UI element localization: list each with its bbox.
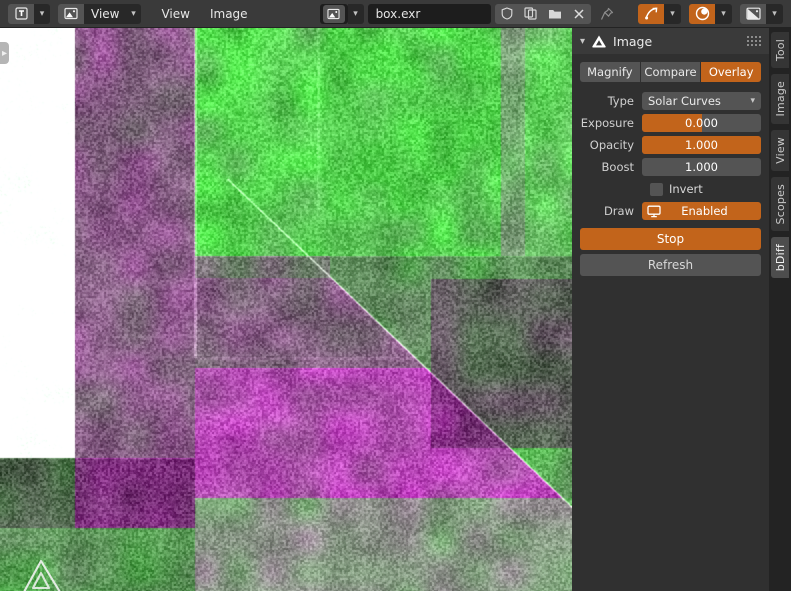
properties-sidebar: ▾ Image Magnify Compare Overlay Type Sol…: [572, 28, 769, 591]
draw-value: Enabled: [681, 204, 728, 218]
exposure-label: Exposure: [580, 116, 634, 130]
overlay-mode-tabs: Magnify Compare Overlay: [580, 62, 761, 82]
opacity-value: 1.000: [685, 138, 718, 152]
image-data-icon: [322, 4, 345, 23]
chevron-down-icon[interactable]: ▾: [580, 36, 585, 47]
menu-view[interactable]: View: [151, 4, 199, 24]
panel-expand-arrow-icon[interactable]: ▸: [0, 42, 9, 64]
tab-magnify[interactable]: Magnify: [580, 62, 641, 82]
type-select[interactable]: Solar Curves ▾: [642, 92, 761, 110]
type-value: Solar Curves: [648, 94, 721, 108]
image-datablock-icon-button[interactable]: [319, 3, 348, 24]
image-name-value: box.exr: [375, 6, 421, 21]
sidebar-tab-strip: Tool Image View Scopes bDiff: [769, 28, 791, 591]
unlink-image-close-icon[interactable]: [566, 3, 591, 24]
sidebar-item-image[interactable]: Image: [771, 74, 789, 124]
sidebar-item-tool[interactable]: Tool: [771, 32, 789, 69]
display-channels-toggle[interactable]: ▾: [689, 3, 732, 24]
image-display-mode-toggle[interactable]: ▾: [740, 3, 783, 24]
draw-label: Draw: [603, 204, 634, 218]
boost-slider[interactable]: 1.000: [642, 158, 761, 176]
image-canvas-area[interactable]: ▸: [0, 28, 572, 591]
boost-label: Boost: [601, 160, 634, 174]
invert-row: Invert: [580, 180, 761, 198]
editor-header: ▾ View ▾ View Image ▾ box.exr ▾ ▾ ▾: [0, 0, 791, 28]
chevron-down-icon: ▾: [131, 8, 136, 19]
opacity-row: Opacity 1.000: [580, 136, 761, 154]
draw-row: Draw Enabled: [580, 202, 761, 220]
monitor-icon: [642, 205, 666, 218]
boost-row: Boost 1.000: [580, 158, 761, 176]
triangle-logo-icon: [23, 559, 61, 591]
chevron-down-icon[interactable]: ▾: [715, 3, 732, 24]
chevron-down-icon[interactable]: ▾: [347, 3, 364, 24]
boost-value: 1.000: [685, 160, 718, 174]
tab-compare[interactable]: Compare: [640, 62, 702, 82]
new-image-copy-icon[interactable]: [518, 3, 543, 24]
render-region-icon: [638, 3, 664, 24]
type-label: Type: [607, 94, 634, 108]
chevron-down-icon: ▾: [39, 8, 45, 19]
color-sphere-icon: [689, 3, 715, 24]
refresh-button[interactable]: Refresh: [580, 254, 761, 276]
render-region-toggle[interactable]: ▾: [638, 3, 681, 24]
fake-user-shield-icon[interactable]: [494, 3, 519, 24]
panel-drag-grip-icon[interactable]: [747, 36, 761, 46]
opacity-slider[interactable]: 1.000: [642, 136, 761, 154]
rendered-image[interactable]: [0, 28, 572, 591]
exposure-row: Exposure 0.000: [580, 114, 761, 132]
invert-label: Invert: [669, 182, 703, 196]
sidebar-item-view[interactable]: View: [771, 129, 789, 171]
image-icon: [58, 3, 84, 24]
sidebar-item-scopes[interactable]: Scopes: [771, 176, 789, 231]
triangle-logo-icon: [592, 35, 606, 47]
panel-title: Image: [613, 33, 653, 49]
chevron-down-icon: ▾: [750, 96, 755, 106]
pin-icon[interactable]: [595, 4, 619, 24]
chevron-down-icon[interactable]: ▾: [766, 3, 783, 24]
uv-image-editor-icon: [8, 3, 34, 24]
blender-image-editor-window: ▾ View ▾ View Image ▾ box.exr ▾ ▾ ▾ ▸ ▾ …: [0, 0, 791, 591]
opacity-label: Opacity: [589, 138, 634, 152]
editor-type-dropdown[interactable]: ▾: [8, 3, 50, 24]
type-row: Type Solar Curves ▾: [580, 92, 761, 110]
draw-toggle[interactable]: Enabled: [642, 202, 761, 220]
menu-image[interactable]: Image: [200, 4, 258, 24]
exposure-slider[interactable]: 0.000: [642, 114, 761, 132]
panel-body: Magnify Compare Overlay Type Solar Curve…: [572, 54, 769, 276]
image-alpha-icon: [740, 3, 766, 24]
stop-button[interactable]: Stop: [580, 228, 761, 250]
tab-overlay[interactable]: Overlay: [701, 62, 761, 82]
invert-checkbox[interactable]: [650, 182, 663, 196]
image-name-field[interactable]: box.exr: [367, 3, 491, 24]
sidebar-item-bdiff[interactable]: bDiff: [771, 236, 789, 279]
image-editor-mode-dropdown[interactable]: View ▾: [58, 3, 142, 24]
panel-header-image[interactable]: ▾ Image: [572, 28, 769, 54]
open-image-folder-icon[interactable]: [542, 3, 567, 24]
chevron-down-icon[interactable]: ▾: [664, 3, 681, 24]
exposure-value: 0.000: [685, 116, 718, 130]
mode-label: View: [91, 6, 120, 21]
